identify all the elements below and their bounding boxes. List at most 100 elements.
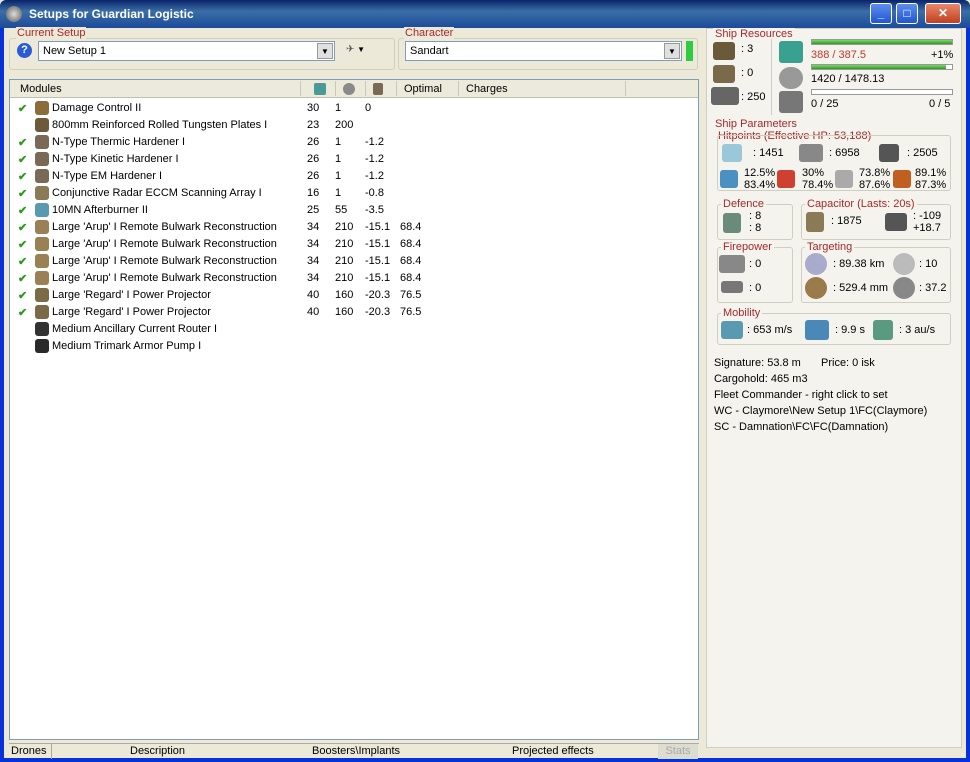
ship-icon: ✈ [346, 44, 355, 55]
firepower-turret: : 0 [749, 258, 762, 270]
cpu-bar [811, 39, 953, 45]
module-row[interactable]: Medium Ancillary Current Router I [10, 321, 698, 338]
tab-boosters-implants[interactable]: Boosters\Implants [312, 745, 400, 757]
character-status-indicator [686, 41, 693, 61]
help-icon[interactable]: ? [17, 43, 32, 58]
fleet-commander[interactable]: Fleet Commander - right click to set [714, 389, 888, 401]
active-check-icon[interactable]: ✔ [18, 136, 27, 149]
active-check-icon[interactable]: ✔ [18, 289, 27, 302]
active-check-icon[interactable]: ✔ [18, 170, 27, 183]
module-row[interactable]: ✔ N-Type EM Hardener I 26 1 -1.2 [10, 168, 698, 185]
col-modules[interactable]: Modules [20, 83, 62, 95]
tab-description[interactable]: Description [130, 745, 185, 757]
em-resist-icon [720, 170, 738, 188]
module-capacitor: -1.2 [365, 170, 384, 182]
module-powergrid: 1 [335, 153, 342, 165]
chevron-down-icon[interactable]: ▼ [317, 43, 333, 59]
active-check-icon[interactable]: ✔ [18, 255, 27, 268]
kinetic-resist-icon [835, 170, 853, 188]
module-cpu: 34 [307, 272, 320, 284]
active-check-icon[interactable]: ✔ [18, 238, 27, 251]
module-icon [35, 254, 49, 268]
module-name: Large 'Arup' I Remote Bulwark Reconstruc… [52, 221, 277, 233]
armor-hp: : 6958 [829, 147, 860, 159]
module-name: N-Type Kinetic Hardener I [52, 153, 179, 165]
module-row[interactable]: ✔ Large 'Arup' I Remote Bulwark Reconstru… [10, 253, 698, 270]
dropdown-arrow-icon: ▼ [357, 45, 366, 54]
high-slots: : 3 [741, 43, 754, 55]
calibration-usage: 0 / 25 [811, 98, 839, 110]
cargohold: Cargohold: 465 m3 [714, 373, 808, 385]
module-icon [35, 186, 49, 200]
setup-select[interactable]: New Setup 1 ▼ [38, 41, 335, 61]
module-icon [35, 203, 49, 217]
module-row[interactable]: ✔ Large 'Arup' I Remote Bulwark Reconstru… [10, 219, 698, 236]
ship-price: Price: 0 isk [821, 357, 875, 369]
module-row[interactable]: 800mm Reinforced Rolled Tungsten Plates … [10, 117, 698, 134]
col-charges[interactable]: Charges [466, 83, 508, 95]
squad-commander[interactable]: SC - Damnation\FC\FC(Damnation) [714, 421, 888, 433]
current-setup-label: Current Setup [16, 27, 87, 39]
stats-panel: Ship Resources : 3 : 0 : 250 388 / 387.5… [706, 28, 962, 748]
powergrid-icon[interactable] [343, 83, 355, 95]
ship-menu-button[interactable]: ✈ ▼ [346, 44, 376, 58]
tab-projected-effects[interactable]: Projected effects [512, 745, 594, 757]
high-slot-icon [713, 42, 735, 60]
capacitor-icon[interactable] [373, 83, 383, 95]
wing-commander[interactable]: WC - Claymore\New Setup 1\FC(Claymore) [714, 405, 927, 417]
module-optimal: 68.4 [400, 221, 422, 233]
thermal-resist-icon [777, 170, 795, 188]
tab-stats[interactable]: Stats [658, 744, 698, 759]
title-bar: Setups for Guardian Logistic _ □ ✕ [0, 0, 970, 28]
defence-b: : 8 [749, 222, 762, 234]
module-powergrid: 1 [335, 170, 342, 182]
module-name: Medium Ancillary Current Router I [52, 323, 218, 335]
module-row[interactable]: Medium Trimark Armor Pump I [10, 338, 698, 355]
active-check-icon[interactable]: ✔ [18, 221, 27, 234]
ship-parameters-title: Ship Parameters [713, 118, 799, 130]
module-capacitor: -0.8 [365, 187, 384, 199]
module-powergrid: 160 [335, 289, 354, 301]
module-name: Conjunctive Radar ECCM Scanning Array I [52, 187, 262, 199]
module-row[interactable]: ✔ 10MN Afterburner II 25 55 -3.5 [10, 202, 698, 219]
module-capacitor: -15.1 [365, 238, 391, 250]
module-capacitor: -20.3 [365, 306, 391, 318]
module-row[interactable]: ✔ Large 'Regard' I Power Projector 40 160 -2… [10, 304, 698, 321]
module-cpu: 34 [307, 221, 320, 233]
tab-drones[interactable]: Drones [11, 745, 46, 757]
module-row[interactable]: ✔ Large 'Regard' I Power Projector 40 160 -2… [10, 287, 698, 304]
signature-radius: Signature: 53.8 m [714, 357, 801, 369]
capacitor-title: Capacitor (Lasts: 20s) [805, 198, 917, 210]
character-select[interactable]: Sandart ▼ [405, 41, 682, 61]
max-targets: : 10 [919, 258, 938, 270]
col-optimal[interactable]: Optimal [404, 83, 442, 95]
module-row[interactable]: ✔ Conjunctive Radar ECCM Scanning Array I… [10, 185, 698, 202]
calibration-bar [811, 89, 953, 95]
module-row[interactable]: ✔ Large 'Arup' I Remote Bulwark Reconstru… [10, 270, 698, 287]
active-check-icon[interactable]: ✔ [18, 204, 27, 217]
module-row[interactable]: ✔ Large 'Arup' I Remote Bulwark Reconstru… [10, 236, 698, 253]
window-title: Setups for Guardian Logistic [29, 7, 194, 21]
thermal-shield: 30% [802, 167, 825, 179]
maximize-button[interactable]: □ [896, 3, 918, 24]
module-row[interactable]: ✔ Damage Control II 30 1 0 [10, 100, 698, 117]
active-check-icon[interactable]: ✔ [18, 102, 27, 115]
module-name: Large 'Regard' I Power Projector [52, 289, 211, 301]
module-list[interactable]: Modules Optimal Charges ✔ Damage Control … [9, 79, 699, 740]
bottom-tabs: Drones Description Boosters\Implants Pro… [9, 743, 699, 759]
active-check-icon[interactable]: ✔ [18, 306, 27, 319]
em-shield: 12.5% [744, 167, 776, 179]
module-row[interactable]: ✔ N-Type Kinetic Hardener I 26 1 -1.2 [10, 151, 698, 168]
warp-speed-icon [873, 320, 893, 340]
module-powergrid: 160 [335, 306, 354, 318]
module-powergrid: 200 [335, 119, 354, 131]
close-button[interactable]: ✕ [925, 3, 961, 24]
chevron-down-icon[interactable]: ▼ [664, 43, 680, 59]
cpu-icon[interactable] [314, 83, 326, 95]
active-check-icon[interactable]: ✔ [18, 187, 27, 200]
module-row[interactable]: ✔ N-Type Thermic Hardener I 26 1 -1.2 [10, 134, 698, 151]
active-check-icon[interactable]: ✔ [18, 272, 27, 285]
minimize-button[interactable]: _ [870, 3, 892, 24]
module-powergrid: 1 [335, 187, 342, 199]
active-check-icon[interactable]: ✔ [18, 153, 27, 166]
